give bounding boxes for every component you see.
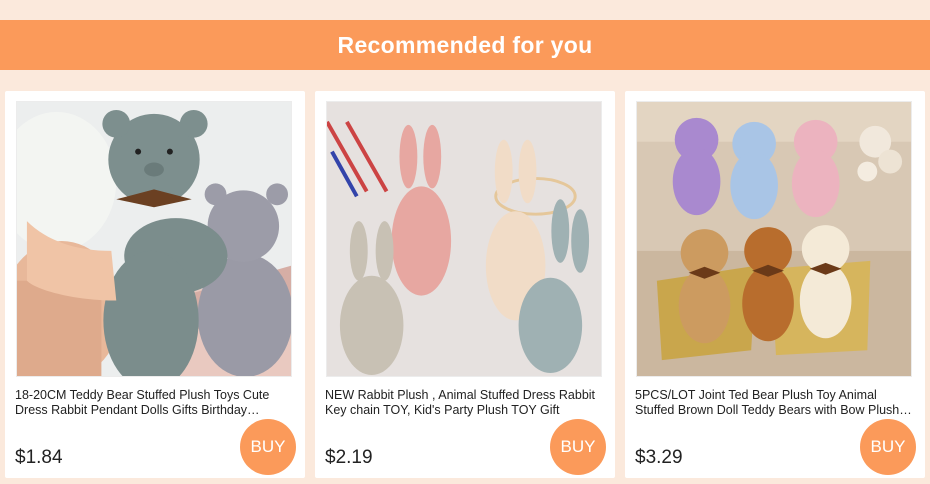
buy-button[interactable]: BUY <box>240 419 296 475</box>
product-card[interactable]: NEW Rabbit Plush , Animal Stuffed Dress … <box>315 91 615 478</box>
buy-button[interactable]: BUY <box>860 419 916 475</box>
product-image[interactable] <box>326 101 602 377</box>
product-title[interactable]: 18-20CM Teddy Bear Stuffed Plush Toys Cu… <box>15 388 295 418</box>
product-title[interactable]: NEW Rabbit Plush , Animal Stuffed Dress … <box>325 388 605 418</box>
product-image[interactable] <box>636 101 912 377</box>
product-title[interactable]: 5PCS/LOT Joint Ted Bear Plush Toy Animal… <box>635 388 915 418</box>
product-price: $2.19 <box>325 447 373 468</box>
recommended-header: Recommended for you <box>0 20 930 70</box>
product-price: $1.84 <box>15 447 63 468</box>
product-card[interactable]: 18-20CM Teddy Bear Stuffed Plush Toys Cu… <box>5 91 305 478</box>
product-card[interactable]: 5PCS/LOT Joint Ted Bear Plush Toy Animal… <box>625 91 925 478</box>
buy-button[interactable]: BUY <box>550 419 606 475</box>
product-image[interactable] <box>16 101 292 377</box>
product-price: $3.29 <box>635 447 683 468</box>
section-title: Recommended for you <box>337 31 593 58</box>
